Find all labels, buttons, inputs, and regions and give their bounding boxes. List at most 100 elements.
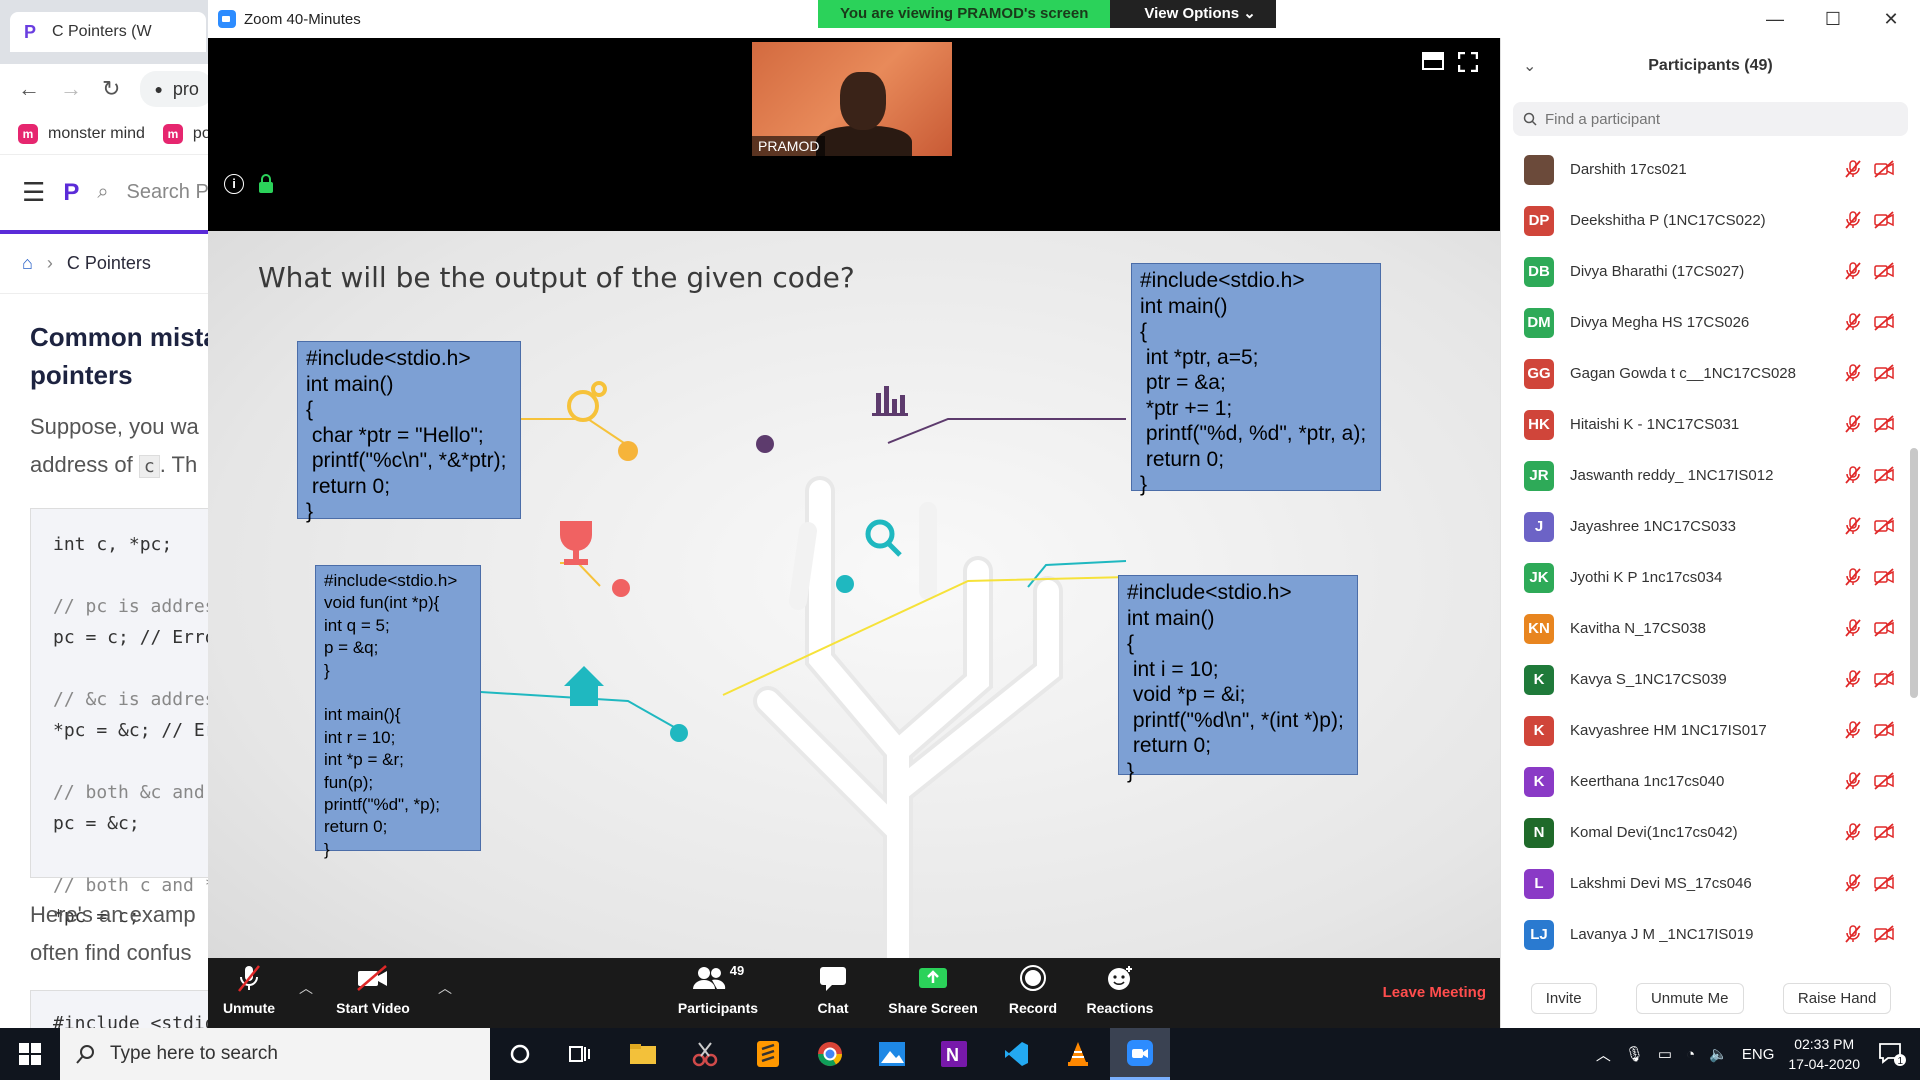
chrome-app[interactable]	[800, 1028, 860, 1080]
participant-row[interactable]: DP Deekshitha P (1NC17CS022)	[1501, 195, 1920, 246]
video-off-icon	[1874, 568, 1894, 591]
photos-app[interactable]	[862, 1028, 922, 1080]
participant-row[interactable]: J Jayashree 1NC17CS033	[1501, 501, 1920, 552]
site-search-input[interactable]: Search P	[127, 181, 209, 204]
avatar: JK	[1524, 562, 1554, 593]
bookmark-monster-mind[interactable]: monster mind	[48, 125, 145, 143]
zoom-app[interactable]	[1110, 1028, 1170, 1080]
taskbar-search[interactable]: Type here to search	[60, 1028, 490, 1080]
view-layout-icon[interactable]	[1422, 52, 1444, 70]
video-off-icon	[1874, 823, 1894, 846]
participant-name: Kavyashree HM 1NC17IS017	[1570, 722, 1767, 739]
invite-button[interactable]: Invite	[1530, 983, 1597, 1014]
breadcrumb-current[interactable]: C Pointers	[67, 253, 151, 274]
inline-code: c	[138, 455, 160, 478]
address-bar[interactable]: ● pro	[140, 71, 213, 107]
vscode-app[interactable]	[986, 1028, 1046, 1080]
participant-search-input[interactable]	[1545, 110, 1845, 128]
minimize-icon[interactable]: —	[1746, 0, 1804, 38]
video-off-icon	[1874, 313, 1894, 336]
speaker-video-thumbnail[interactable]: PRAMOD	[752, 42, 952, 156]
participant-row[interactable]: KN Kavitha N_17CS038	[1501, 603, 1920, 654]
participants-label: Participants	[677, 1000, 759, 1016]
participant-row[interactable]: L Lakshmi Devi MS_17cs046	[1501, 858, 1920, 909]
code-block: #include <stdioint main() {	[30, 990, 219, 1028]
sublime-text-app[interactable]	[738, 1028, 798, 1080]
participant-row[interactable]: Darshith 17cs021	[1501, 144, 1920, 195]
participant-row[interactable]: JR Jaswanth reddy_ 1NC17IS012	[1501, 450, 1920, 501]
browser-tab[interactable]: P C Pointers (W	[10, 12, 206, 52]
participant-row[interactable]: N Komal Devi(1nc17cs042)	[1501, 807, 1920, 858]
browser-tab-title: C Pointers (W	[52, 23, 152, 40]
system-tray: ︿ 🎙 ▭ ◔ 🔈 ENG 02:33 PM 17-04-2020	[1596, 1028, 1860, 1080]
chevron-down-icon: ⌄	[1243, 5, 1256, 22]
wifi-icon[interactable]: ◔	[1686, 1046, 1695, 1063]
reactions-button[interactable]: Reactions	[1078, 958, 1162, 1028]
back-arrow-icon[interactable]: ←	[18, 76, 40, 102]
encryption-lock-icon[interactable]	[258, 174, 274, 194]
volume-icon[interactable]: 🔈	[1709, 1045, 1728, 1063]
unmute-me-button[interactable]: Unmute Me	[1635, 983, 1744, 1014]
participant-row[interactable]: DM Divya Megha HS 17CS026	[1501, 297, 1920, 348]
background-browser-window: P C Pointers (W ← → ↻ ● pro m monster mi…	[0, 0, 220, 1028]
snipping-tool-app[interactable]	[675, 1028, 735, 1080]
participant-name: Jaswanth reddy_ 1NC17IS012	[1570, 467, 1774, 484]
share-screen-button[interactable]: Share Screen	[878, 958, 988, 1028]
browser-tabstrip: P C Pointers (W	[0, 0, 219, 64]
fullscreen-icon[interactable]	[1458, 52, 1478, 72]
forward-arrow-icon[interactable]: →	[60, 76, 82, 102]
view-options-button[interactable]: View Options ⌄	[1110, 0, 1276, 28]
video-options-caret-icon[interactable]: ︿	[438, 978, 452, 998]
video-off-icon	[1874, 619, 1894, 642]
panel-scrollbar[interactable]	[1910, 448, 1918, 698]
clock[interactable]: 02:33 PM 17-04-2020	[1788, 1034, 1860, 1074]
paragraph-line: address of	[30, 452, 133, 477]
speaker-head	[840, 72, 886, 130]
microphone-icon[interactable]: 🎙	[1625, 1045, 1644, 1063]
reload-icon[interactable]: ↻	[102, 76, 120, 102]
battery-icon[interactable]: ▭	[1658, 1045, 1672, 1063]
participant-row[interactable]: DB Divya Bharathi (17CS027)	[1501, 246, 1920, 297]
start-video-button[interactable]: Start Video	[318, 958, 428, 1028]
unmute-button[interactable]: Unmute	[208, 958, 290, 1028]
chevron-down-icon[interactable]: ⌄	[1523, 56, 1536, 76]
audio-options-caret-icon[interactable]: ︿	[299, 978, 313, 998]
participant-row[interactable]: K Kavya S_1NC17CS039	[1501, 654, 1920, 705]
participant-row[interactable]: JK Jyothi K P 1nc17cs034	[1501, 552, 1920, 603]
vlc-cone-icon	[1068, 1042, 1088, 1066]
participant-row[interactable]: HK Hitaishi K - 1NC17CS031	[1501, 399, 1920, 450]
language-indicator[interactable]: ENG	[1742, 1046, 1775, 1063]
raise-hand-button[interactable]: Raise Hand	[1782, 983, 1892, 1014]
home-icon[interactable]: ⌂	[22, 253, 33, 274]
record-button[interactable]: Record	[998, 958, 1068, 1028]
participant-row[interactable]: LJ Lavanya J M _1NC17IS019	[1501, 909, 1920, 960]
cortana-button[interactable]	[490, 1028, 550, 1080]
participant-row[interactable]: K Kavyashree HM 1NC17IS017	[1501, 705, 1920, 756]
programiz-logo-icon[interactable]: P	[63, 179, 79, 207]
notification-center-icon[interactable]: 1	[1878, 1042, 1906, 1066]
video-off-icon	[1874, 160, 1894, 183]
participant-row[interactable]: GG Gagan Gowda t c__1NC17CS028	[1501, 348, 1920, 399]
muted-microphone-icon	[1844, 721, 1862, 744]
chevron-up-icon[interactable]: ︿	[1596, 1044, 1611, 1065]
onenote-app[interactable]: N	[924, 1028, 984, 1080]
info-icon[interactable]: i	[224, 174, 244, 194]
windows-taskbar: Type here to search N ︿ 🎙 ▭ ◔ 🔈 ENG 02:3…	[0, 1028, 1920, 1080]
task-view-icon	[569, 1046, 590, 1062]
maximize-icon[interactable]: ☐	[1804, 0, 1862, 38]
leave-meeting-button[interactable]: Leave Meeting	[1383, 984, 1486, 1001]
chat-button[interactable]: Chat	[798, 958, 868, 1028]
hamburger-menu-icon[interactable]: ☰	[22, 177, 45, 208]
participants-button[interactable]: 49 Participants	[658, 958, 778, 1028]
zoom-logo-icon	[218, 10, 236, 28]
close-icon[interactable]: ✕	[1862, 0, 1920, 38]
start-button[interactable]	[0, 1028, 60, 1080]
file-explorer-app[interactable]	[613, 1028, 673, 1080]
code-card-2: #include<stdio.h> void fun(int *p){ int …	[315, 565, 481, 859]
vlc-app[interactable]	[1048, 1028, 1108, 1080]
task-view-button[interactable]	[550, 1028, 610, 1080]
viewing-screen-label: You are viewing PRAMOD's screen	[818, 0, 1111, 28]
code-line: #include <stdio	[53, 1013, 216, 1028]
participant-row[interactable]: K Keerthana 1nc17cs040	[1501, 756, 1920, 807]
